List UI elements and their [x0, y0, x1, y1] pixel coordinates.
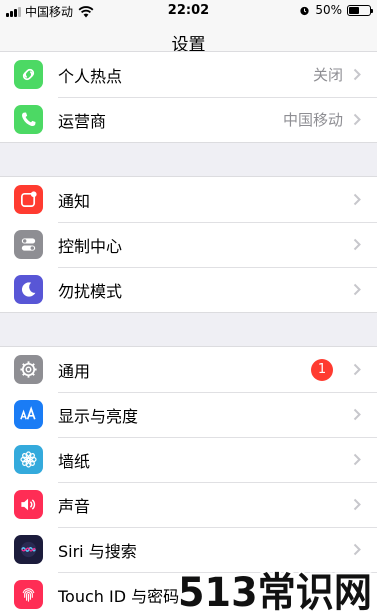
settings-row-value: 中国移动: [282, 111, 343, 129]
notification-badge: 1: [311, 358, 333, 381]
wallpaper-flower-icon: [14, 445, 43, 474]
watermark-text: 513常识网: [178, 570, 372, 616]
control-center-icon: [14, 230, 43, 259]
watermark: 513常识网: [176, 568, 374, 616]
fingerprint-icon: [14, 580, 43, 609]
settings-row-label: Touch ID 与密码: [58, 586, 180, 606]
moon-icon: [14, 275, 43, 304]
chevron-right-icon: [353, 543, 361, 556]
battery-level-fill: [349, 6, 359, 14]
chevron-right-icon: [353, 283, 361, 296]
chevron-right-icon: [353, 363, 361, 376]
settings-row-general[interactable]: 通用 1: [0, 347, 377, 392]
chevron-right-icon: [353, 193, 361, 206]
status-bar: 中国移动 22:02 50%: [0, 0, 377, 22]
settings-row-value: 关闭: [312, 66, 343, 84]
settings-row-label: 运营商: [58, 111, 107, 131]
settings-row-sounds[interactable]: 声音: [0, 482, 377, 527]
chevron-right-icon: [353, 408, 361, 421]
chevron-right-icon: [353, 113, 361, 126]
battery-percent: 50%: [315, 3, 342, 17]
settings-row-personal-hotspot[interactable]: 个人热点 关闭: [0, 52, 377, 97]
phone-icon: [14, 105, 43, 134]
display-brightness-icon: [14, 400, 43, 429]
settings-row-do-not-disturb[interactable]: 勿扰模式: [0, 267, 377, 312]
hotspot-icon: [14, 60, 43, 89]
settings-row-control-center[interactable]: 控制中心: [0, 222, 377, 267]
gear-icon: [14, 355, 43, 384]
settings-row-label: 通知: [58, 191, 91, 211]
settings-row-label: Siri 与搜索: [58, 541, 137, 561]
chevron-right-icon: [353, 68, 361, 81]
chevron-right-icon: [353, 238, 361, 251]
settings-group-network: 个人热点 关闭 运营商 中国移动: [0, 51, 377, 143]
notifications-icon: [14, 185, 43, 214]
settings-row-label: 显示与亮度: [58, 406, 139, 426]
settings-group-alerts: 通知 控制中心 勿扰模式: [0, 176, 377, 313]
status-right: 50%: [299, 3, 373, 17]
settings-row-label: 通用: [58, 361, 91, 381]
settings-row-carrier[interactable]: 运营商 中国移动: [0, 97, 377, 142]
siri-icon: [14, 535, 43, 564]
speaker-icon: [14, 490, 43, 519]
settings-row-label: 个人热点: [58, 66, 123, 86]
chevron-right-icon: [353, 453, 361, 466]
settings-row-label: 控制中心: [58, 236, 123, 256]
settings-row-label: 墙纸: [58, 451, 91, 471]
chevron-right-icon: [353, 498, 361, 511]
settings-row-label: 勿扰模式: [58, 281, 123, 301]
settings-row-label: 声音: [58, 496, 91, 516]
alarm-icon: [300, 6, 309, 15]
settings-row-wallpaper[interactable]: 墙纸: [0, 437, 377, 482]
settings-row-display-brightness[interactable]: 显示与亮度: [0, 392, 377, 437]
battery-icon: [347, 4, 373, 16]
settings-row-notifications[interactable]: 通知: [0, 177, 377, 222]
